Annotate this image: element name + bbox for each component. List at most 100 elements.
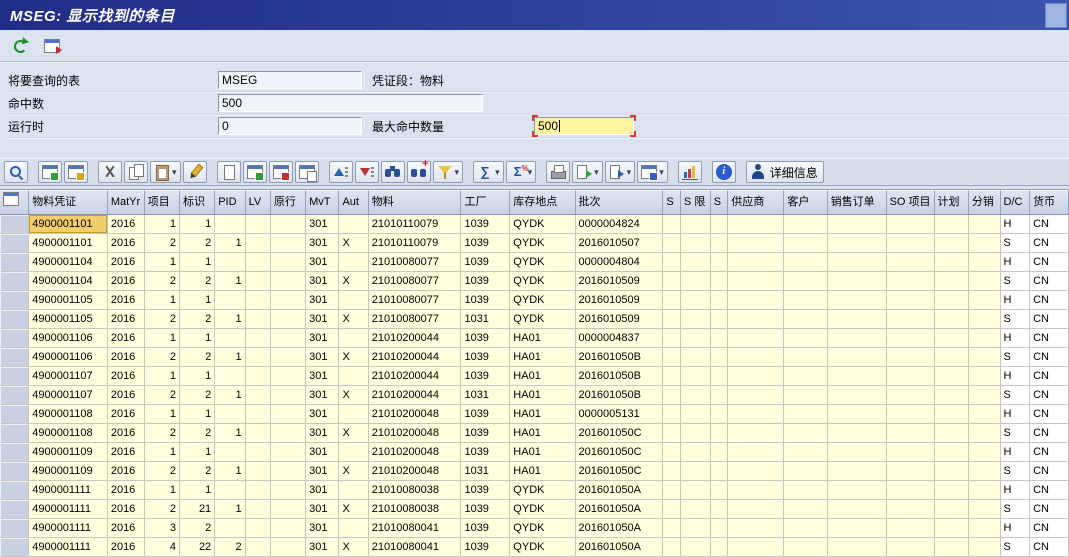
select-all-header[interactable] (0, 190, 30, 215)
cell-kunnr[interactable] (784, 386, 828, 405)
cell-mjahr[interactable]: 2016 (107, 234, 145, 253)
cell-matnr[interactable]: 21010200048 (368, 405, 462, 424)
cell-distr[interactable] (968, 234, 1001, 253)
cell-dc[interactable]: H (1000, 519, 1031, 538)
cell-kunnr[interactable] (784, 424, 828, 443)
cell-dc[interactable]: S (1000, 500, 1031, 519)
cell-dc[interactable]: H (1000, 405, 1031, 424)
cell-mjahr[interactable]: 2016 (107, 538, 145, 557)
cell-curr[interactable]: CN (1030, 215, 1069, 234)
cell-matnr[interactable]: 21010110079 (368, 234, 462, 253)
cell-s1[interactable] (663, 329, 681, 348)
cell-lgort[interactable]: QYDK (510, 272, 576, 291)
row-selector[interactable] (0, 272, 30, 291)
cell-mblnr[interactable]: 4900001105 (29, 291, 108, 310)
display-variant-button[interactable] (40, 35, 64, 57)
cell-dc[interactable]: H (1000, 367, 1031, 386)
cell-werks[interactable]: 1039 (461, 348, 511, 367)
cell-mjahr[interactable]: 2016 (107, 253, 145, 272)
cell-zeile[interactable]: 2 (144, 234, 180, 253)
row-selector[interactable] (0, 500, 30, 519)
cell-lgort[interactable]: QYDK (510, 291, 576, 310)
cell-curr[interactable]: CN (1030, 519, 1069, 538)
export-button[interactable]: ▾ (572, 161, 603, 183)
cell-pid[interactable]: 1 (215, 386, 246, 405)
cell-s2[interactable] (710, 253, 729, 272)
cell-lifnr[interactable] (728, 405, 785, 424)
cell-lv[interactable] (245, 215, 271, 234)
cell-kdauf[interactable] (827, 367, 887, 386)
cell-curr[interactable]: CN (1030, 443, 1069, 462)
cell-mjahr[interactable]: 2016 (107, 500, 145, 519)
cell-matnr[interactable]: 21010200044 (368, 348, 462, 367)
cell-zeile[interactable]: 1 (144, 253, 180, 272)
cell-lv[interactable] (245, 424, 271, 443)
cell-matnr[interactable]: 21010200044 (368, 329, 462, 348)
cell-zeile[interactable]: 2 (144, 386, 180, 405)
cell-lv[interactable] (245, 443, 271, 462)
cell-charg[interactable]: 201601050B (575, 348, 664, 367)
cell-matnr[interactable]: 21010080038 (368, 481, 462, 500)
cell-mvt[interactable]: 301 (306, 310, 340, 329)
cell-kdpos[interactable] (886, 500, 935, 519)
cell-charg[interactable]: 201601050A (575, 538, 664, 557)
cell-mjahr[interactable]: 2016 (107, 291, 145, 310)
cell-dc[interactable]: H (1000, 253, 1031, 272)
cell-kdauf[interactable] (827, 329, 887, 348)
cell-werks[interactable]: 1039 (461, 500, 511, 519)
cell-mvt[interactable]: 301 (306, 519, 340, 538)
column-header-s1[interactable]: S (663, 190, 681, 215)
runtime-field[interactable]: 0 (218, 117, 362, 135)
cell-werks[interactable]: 1039 (461, 443, 511, 462)
cell-kdauf[interactable] (827, 386, 887, 405)
cell-kdauf[interactable] (827, 348, 887, 367)
cell-plan[interactable] (934, 500, 969, 519)
cell-aut[interactable] (339, 291, 369, 310)
cell-distr[interactable] (968, 272, 1001, 291)
cell-mblnr[interactable]: 4900001106 (29, 348, 108, 367)
cell-mjahr[interactable]: 2016 (107, 310, 145, 329)
subtotal-button[interactable]: Σ▾ (505, 161, 537, 183)
cell-origln[interactable] (270, 462, 307, 481)
cell-kdpos[interactable] (886, 310, 935, 329)
cell-curr[interactable]: CN (1030, 462, 1069, 481)
cell-werks[interactable]: 1039 (461, 405, 511, 424)
cell-werks[interactable]: 1039 (461, 234, 511, 253)
cell-mblnr[interactable]: 4900001111 (29, 519, 108, 538)
cell-s1[interactable] (663, 253, 681, 272)
sort-descending-button[interactable] (354, 161, 379, 183)
cell-aut[interactable]: X (339, 500, 369, 519)
cell-s1[interactable] (663, 500, 681, 519)
cell-zeile[interactable]: 2 (144, 272, 180, 291)
cell-lv[interactable] (245, 519, 271, 538)
cell-werks[interactable]: 1039 (461, 253, 511, 272)
cell-pid[interactable]: 1 (215, 310, 246, 329)
cell-lv[interactable] (245, 405, 271, 424)
max-hits-field[interactable]: 500 (532, 115, 636, 137)
cell-pid[interactable] (215, 405, 246, 424)
cell-slim[interactable] (680, 329, 711, 348)
cell-aut[interactable]: X (339, 234, 369, 253)
cell-charg[interactable]: 201601050C (575, 424, 664, 443)
cell-matnr[interactable]: 21010200044 (368, 367, 462, 386)
cell-kdauf[interactable] (827, 519, 887, 538)
cell-mjahr[interactable]: 2016 (107, 519, 145, 538)
cell-lgort[interactable]: HA01 (510, 348, 576, 367)
cell-pid[interactable] (215, 367, 246, 386)
cell-pid[interactable] (215, 329, 246, 348)
cell-kdpos[interactable] (886, 481, 935, 500)
cell-flag[interactable]: 2 (179, 348, 216, 367)
cell-mvt[interactable]: 301 (306, 538, 340, 557)
cell-dc[interactable]: S (1000, 348, 1031, 367)
cell-slim[interactable] (680, 386, 711, 405)
cell-werks[interactable]: 1031 (461, 462, 511, 481)
cell-charg[interactable]: 2016010507 (575, 234, 664, 253)
cell-plan[interactable] (934, 462, 969, 481)
cell-pid[interactable] (215, 519, 246, 538)
cell-lv[interactable] (245, 462, 271, 481)
cell-kdauf[interactable] (827, 500, 887, 519)
cell-aut[interactable]: X (339, 424, 369, 443)
cell-kdauf[interactable] (827, 234, 887, 253)
cell-mblnr[interactable]: 4900001101 (29, 215, 108, 234)
cell-s2[interactable] (710, 234, 729, 253)
